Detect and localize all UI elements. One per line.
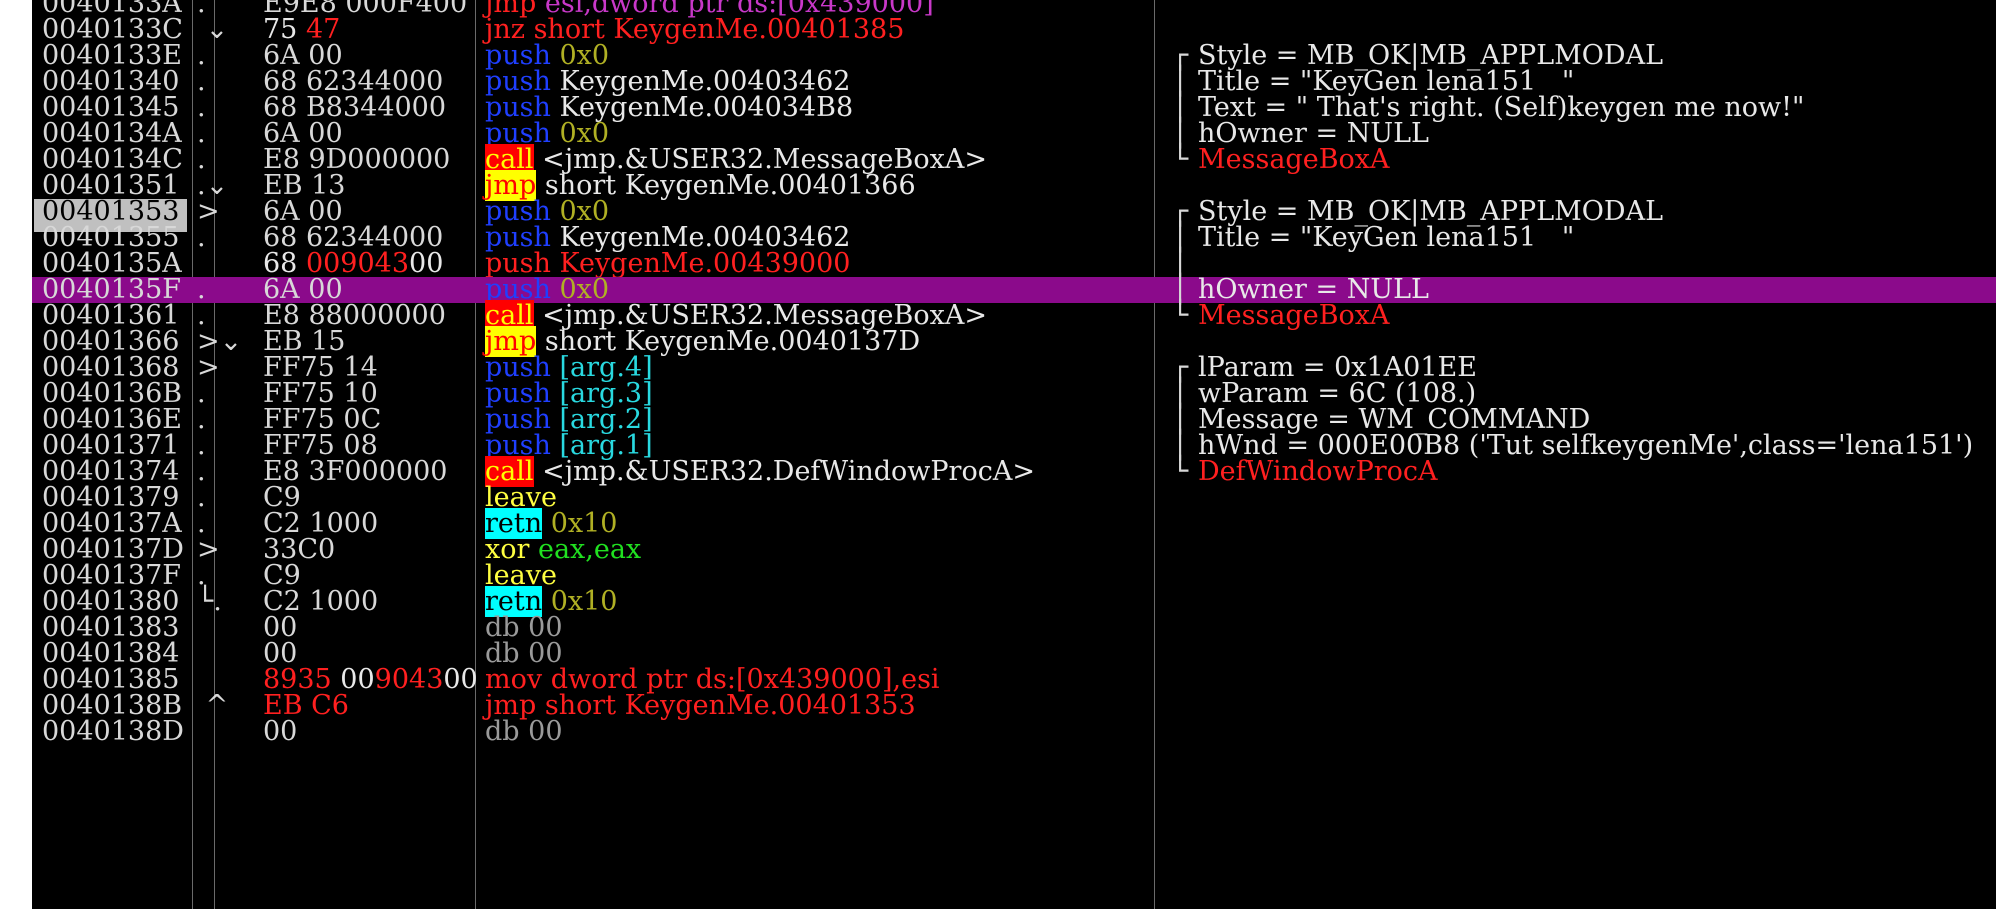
text-segment: Title = "KeyGen lena151 " [1198,222,1575,253]
disasm-row[interactable]: 0040137D >33C0 xor eax,eax [32,536,1996,563]
disasm-row[interactable]: 0040138D 00 db 00 [32,718,1996,745]
disasm-row[interactable]: 00401380 └. C2 1000 retn 0x10 [32,586,1996,617]
hex-bytes-cell[interactable]: 00 [263,716,298,752]
disasm-row[interactable]: 00401383 00 db 00 [32,614,1996,641]
address-cell[interactable]: 0040138D [42,718,184,752]
disasm-row[interactable]: 00401374. E8 3F000000 call <jmp.&USER32.De… [32,456,1996,487]
text-segment: 00 [409,248,444,279]
text-segment: <jmp.&USER32.DefWindowProcA> [533,456,1035,487]
left-gutter [0,0,33,909]
text-segment: 00 [443,664,478,695]
text-segment: db 00 [485,716,563,747]
text-segment: DefWindowProcA [1198,456,1438,487]
instruction-cell[interactable]: db 00 [485,716,563,752]
disassembly-pane[interactable]: 0040133A. E9E8 000F400 jmp esi,dword ptr d… [32,0,1996,909]
text-segment: 00 [263,716,298,747]
disasm-row[interactable]: 0040138B ^ EB C6 jmp short KeygenMe.004013… [32,692,1996,719]
text-segment: 9043 [374,664,444,695]
text-segment: MessageBoxA [1198,144,1390,175]
text-segment: MessageBoxA [1198,300,1390,331]
